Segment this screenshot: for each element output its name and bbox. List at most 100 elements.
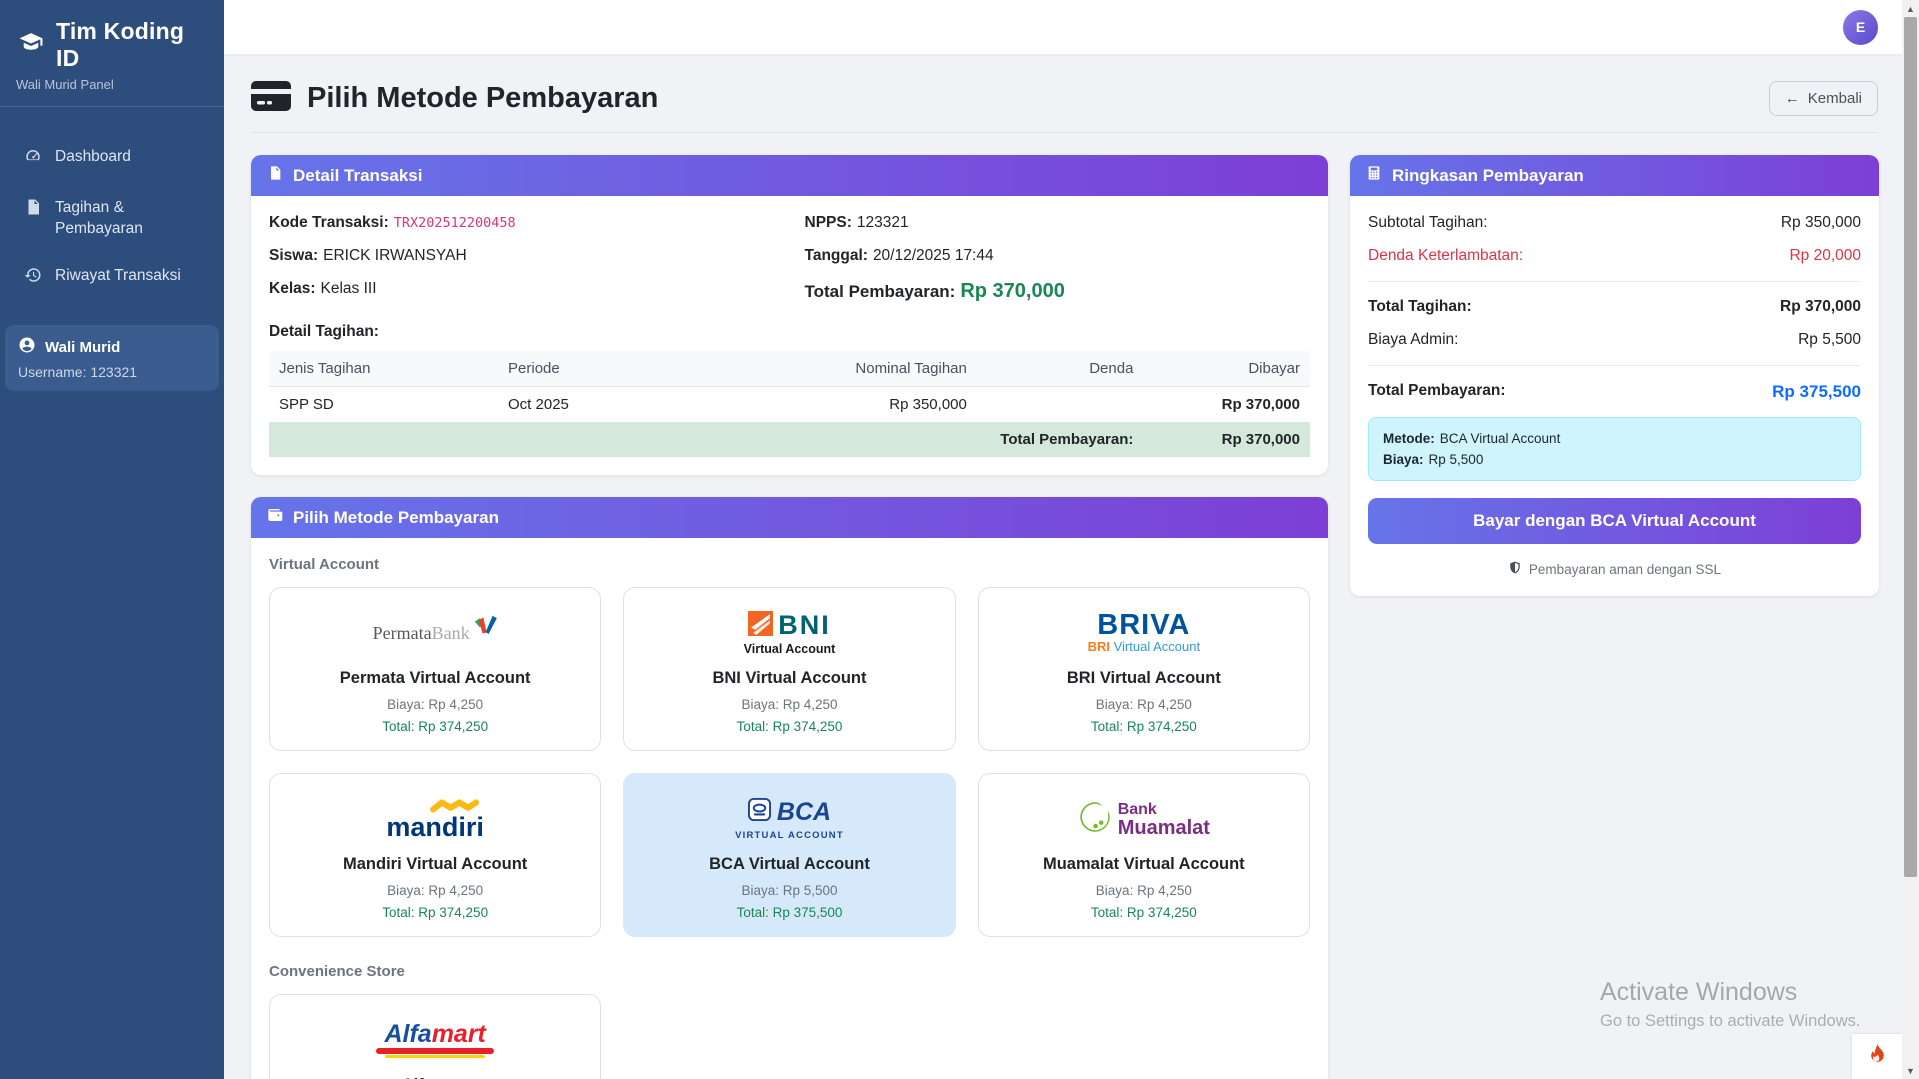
payment-summary-header: Ringkasan Pembayaran	[1350, 155, 1879, 196]
brand-subtitle: Wali Murid Panel	[16, 77, 208, 92]
cell-denda	[977, 387, 1144, 423]
payment-option-total: Total: Rp 374,250	[636, 719, 942, 734]
bill-table: Jenis Tagihan Periode Nominal Tagihan De…	[269, 351, 1310, 457]
summary-total-tagihan-row: Total Tagihan:Rp 370,000	[1368, 298, 1861, 316]
payment-option-name: Muamalat Virtual Account	[991, 855, 1297, 874]
detail-tagihan-label: Detail Tagihan:	[269, 323, 1310, 341]
table-total-row: Total Pembayaran: Rp 370,000	[269, 422, 1310, 457]
bca-logo: BCA	[748, 798, 831, 827]
col-dibayar: Dibayar	[1143, 351, 1310, 387]
field-total-pembayaran: Total Pembayaran:Rp 370,000	[805, 280, 1311, 303]
payment-option-muamalat[interactable]: Bank Muamalat Muamalat Virtual Account B…	[978, 773, 1310, 937]
alfamart-logo: Alfamart	[384, 1022, 485, 1046]
col-denda: Denda	[977, 351, 1144, 387]
payment-option-name: Mandiri Virtual Account	[282, 855, 588, 874]
total-amount: Rp 370,000	[960, 280, 1065, 302]
document-icon	[267, 165, 283, 186]
activate-windows-watermark: Activate Windows Go to Settings to activ…	[1600, 978, 1860, 1031]
bni-emblem-icon	[748, 611, 773, 641]
field-label: Kode Transaksi:	[269, 214, 389, 231]
field-value: ERICK IRWANSYAH	[323, 247, 467, 264]
wallet-icon	[267, 507, 283, 528]
col-jenis-tagihan: Jenis Tagihan	[269, 351, 498, 387]
mandiri-logo: mandiri	[386, 815, 484, 839]
field-tanggal: Tanggal: 20/12/2025 17:44	[805, 247, 1311, 265]
scroll-up-arrow[interactable]: ▲	[1902, 0, 1919, 17]
bca-emblem-icon	[748, 798, 771, 826]
payment-option-total: Total: Rp 374,250	[991, 905, 1297, 920]
sidebar-item-label: Riwayat Transaksi	[55, 265, 181, 286]
field-label: Tanggal:	[805, 247, 868, 264]
payment-option-fee: Biaya: Rp 4,250	[282, 697, 588, 712]
payment-option-total: Total: Rp 374,250	[282, 905, 588, 920]
table-row: SPP SD Oct 2025 Rp 350,000 Rp 370,000	[269, 387, 1310, 423]
back-button[interactable]: ← Kembali	[1769, 81, 1878, 116]
user-username: Username: 123321	[18, 364, 206, 380]
cell-dibayar: Rp 370,000	[1143, 387, 1310, 423]
muamalat-crescent-icon	[1078, 800, 1112, 839]
user-role-label: Wali Murid	[45, 339, 120, 356]
brand: Tim Koding ID Wali Murid Panel	[0, 0, 224, 107]
permata-logo: PermataBank	[373, 623, 498, 644]
page-header: Pilih Metode Pembayaran ← Kembali	[251, 81, 1878, 116]
field-label: Total Pembayaran:	[805, 282, 956, 301]
brand-title: Tim Koding ID	[56, 18, 208, 72]
payment-option-fee: Biaya: Rp 4,250	[282, 883, 588, 898]
field-siswa: Siswa:ERICK IRWANSYAH	[269, 247, 775, 265]
summary-denda-row: Denda Keterlambatan:Rp 20,000	[1368, 247, 1861, 265]
summary-total-value: Rp 375,500	[1772, 382, 1861, 402]
briva-logo: BRIVA	[1097, 612, 1190, 638]
payment-option-fee: Biaya: Rp 4,250	[991, 697, 1297, 712]
summary-subtotal-row: Subtotal Tagihan:Rp 350,000	[1368, 214, 1861, 232]
scroll-down-arrow[interactable]: ▼	[1902, 1062, 1919, 1079]
person-circle-icon	[18, 336, 36, 358]
payment-option-bca-selected[interactable]: BCA VIRTUAL ACCOUNT BCA Virtual Account …	[623, 773, 955, 937]
speedometer-icon	[24, 146, 42, 171]
sidebar-item-riwayat-transaksi[interactable]: Riwayat Transaksi	[0, 252, 224, 303]
shield-icon	[1508, 560, 1522, 578]
transaction-code: TRX202512200458	[394, 215, 516, 231]
payment-methods-header: Pilih Metode Pembayaran	[251, 497, 1328, 538]
sidebar-item-label: Dashboard	[55, 146, 131, 167]
field-kelas: Kelas:Kelas III	[269, 280, 775, 303]
permata-check-icon	[472, 614, 498, 641]
payment-option-alfamart[interactable]: Alfamart Alfamart Biaya: Rp 3,500 Total:…	[269, 994, 601, 1079]
ssl-note: Pembayaran aman dengan SSL	[1368, 560, 1861, 578]
payment-option-name: BNI Virtual Account	[636, 669, 942, 688]
sidebar-item-tagihan-pembayaran[interactable]: Tagihan & Pembayaran	[0, 184, 224, 252]
debug-toolbar-button[interactable]	[1852, 1034, 1902, 1079]
payment-option-mandiri[interactable]: mandiri Mandiri Virtual Account Biaya: R…	[269, 773, 601, 937]
selected-method-info: Metode:BCA Virtual Account Biaya:Rp 5,50…	[1368, 417, 1861, 481]
card-title: Detail Transaksi	[293, 166, 422, 186]
field-kode-transaksi: Kode Transaksi: TRX202512200458	[269, 214, 775, 232]
payment-option-fee: Biaya: Rp 4,250	[991, 883, 1297, 898]
graduation-cap-icon	[16, 30, 46, 60]
table-total-label: Total Pembayaran:	[977, 422, 1144, 457]
bni-logo: BNI	[748, 610, 831, 641]
summary-divider	[1368, 281, 1861, 282]
header-divider	[251, 132, 1878, 133]
scrollbar[interactable]: ▲ ▼	[1902, 0, 1919, 1079]
sidebar-item-dashboard[interactable]: Dashboard	[0, 133, 224, 184]
main-content: Pilih Metode Pembayaran ← Kembali Detail…	[224, 55, 1902, 1079]
section-virtual-account: Virtual Account	[269, 556, 1310, 573]
user-avatar[interactable]: E	[1843, 10, 1878, 45]
payment-option-total: Total: Rp 374,250	[991, 719, 1297, 734]
alfamart-swoosh-yellow	[385, 1055, 485, 1058]
payment-option-bri[interactable]: BRIVA BRI Virtual Account BRI Virtual Ac…	[978, 587, 1310, 751]
cell-nominal: Rp 350,000	[727, 387, 977, 423]
payment-option-bni[interactable]: BNI Virtual Account BNI Virtual Account …	[623, 587, 955, 751]
field-value: 20/12/2025 17:44	[873, 247, 994, 264]
field-npps: NPPS:123321	[805, 214, 1311, 232]
page-title: Pilih Metode Pembayaran	[307, 82, 658, 115]
summary-admin-row: Biaya Admin:Rp 5,500	[1368, 331, 1861, 349]
payment-option-permata[interactable]: PermataBank Permata Virtual Account Biay…	[269, 587, 601, 751]
table-header-row: Jenis Tagihan Periode Nominal Tagihan De…	[269, 351, 1310, 387]
payment-option-name: Permata Virtual Account	[282, 669, 588, 688]
summary-total-row: Total Pembayaran:Rp 375,500	[1368, 382, 1861, 402]
pay-button[interactable]: Bayar dengan BCA Virtual Account	[1368, 498, 1861, 544]
scroll-thumb[interactable]	[1904, 17, 1917, 877]
field-label: NPPS:	[805, 214, 852, 231]
col-periode: Periode	[498, 351, 727, 387]
muamalat-logo: Bank Muamalat	[1078, 800, 1210, 839]
